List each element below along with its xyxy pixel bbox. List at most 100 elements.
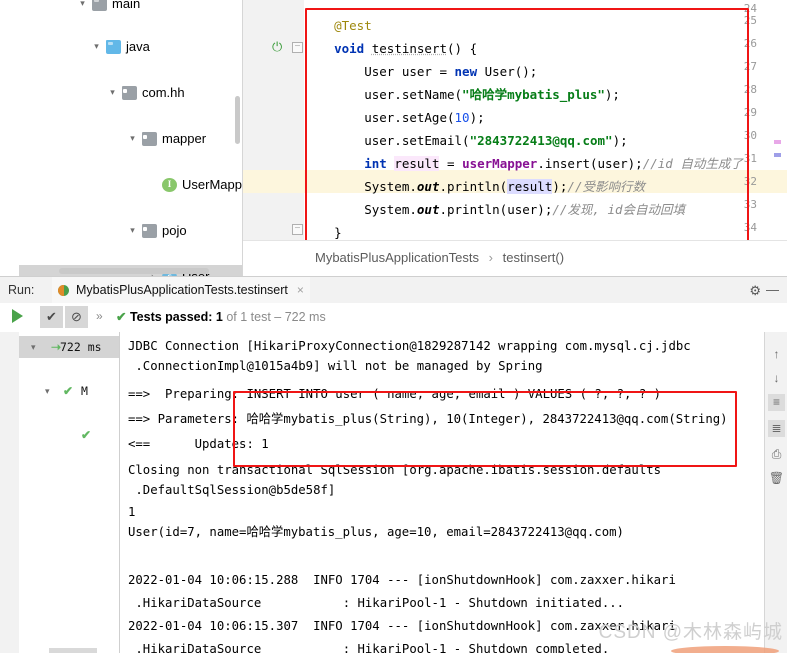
package-icon [122,86,137,100]
editor-marker-icon [774,153,781,157]
breadcrumb-separator: › [488,250,493,265]
console-line: .DefaultSqlSession@b5de58f] [128,483,336,497]
code-line-28[interactable]: user.setName("哈哈学mybatis_plus"); [304,83,787,106]
scroll-to-end-icon[interactable]: ≣ [768,420,785,437]
tree-node-main[interactable]: ▾ main [19,0,242,15]
test-tree-row-class[interactable]: ▾ ✔ M [19,380,119,402]
status-count: 1 [215,310,223,324]
run-test-gutter-icon[interactable]: ⏻ [272,40,285,53]
status-label: Tests passed: [129,310,213,324]
tree-horizontal-scrollbar[interactable] [59,268,209,274]
test-duration-label: 722 ms [60,340,102,354]
run-left-icon-column [0,332,19,658]
scroll-down-icon[interactable]: ↓ [768,370,785,387]
console-output[interactable]: JDBC Connection [HikariProxyConnection@1… [120,332,765,658]
interface-icon: I [162,178,177,192]
breadcrumb[interactable]: MybatisPlusApplicationTests › testinsert… [243,240,787,273]
bottom-strip [0,653,787,658]
tree-label: java [126,39,150,54]
tree-label: pojo [162,223,187,238]
tree-vertical-scrollbar[interactable] [235,96,240,144]
status-of: of 1 test – [222,310,285,324]
folder-icon [92,0,107,11]
rerun-button[interactable] [12,309,23,323]
code-line-25[interactable]: @Test [304,14,787,37]
show-ignored-button[interactable]: ⊘ [65,306,88,328]
test-results-tree[interactable]: ▾ ➝ 722 ms ▾ ✔ M ✔ [19,332,120,658]
gear-icon[interactable]: ⚙ [749,283,761,299]
tree-node-pojo[interactable]: ▾ pojo [19,219,242,242]
code-line-32[interactable]: System.out.println(result);//受影响行数 [304,175,787,198]
scroll-up-icon[interactable]: ↑ [768,346,785,363]
run-toolbar: ✔ ⊘ » ✔ Tests passed: 1 of 1 test – 722 … [0,303,787,333]
code-line-34[interactable]: } [304,221,787,240]
close-icon[interactable]: × [297,277,304,303]
fold-marker-icon[interactable]: ─ [292,42,303,53]
console-line: <== Updates: 1 [128,437,269,451]
check-icon: ✔ [63,384,74,398]
watermark-text: CSDN @木林森屿城 [598,622,783,643]
console-line: 2022-01-04 10:06:15.307 INFO 1704 --- [i… [128,619,676,633]
tree-label: main [112,0,141,11]
console-line: .HikariDataSource : HikariPool-1 - Shutd… [128,596,625,610]
chevron-down-icon[interactable]: ▾ [77,0,88,15]
test-tree-row-method[interactable]: ✔ [19,424,119,446]
print-icon[interactable]: ⎙ [768,446,785,463]
breadcrumb-class[interactable]: MybatisPlusApplicationTests [315,250,479,265]
tree-node-com-hh[interactable]: ▾ com.hh [19,81,242,104]
console-line: ==> Preparing: INSERT INTO user ( name, … [128,387,662,401]
test-tree-row-root[interactable]: ▾ ➝ 722 ms [19,336,119,358]
tree-node-usermapper[interactable]: I UserMapper [19,173,242,196]
code-line-26[interactable]: void testinsert() { [304,37,787,60]
tree-label: UserMapper [182,177,242,192]
code-line-29[interactable]: user.setAge(10); [304,106,787,129]
chevron-down-icon[interactable]: ▾ [107,81,118,104]
run-tab[interactable]: MybatisPlusApplicationTests.testinsert × [52,277,310,305]
test-run-icon [58,285,69,296]
console-line: ==> Parameters: 哈哈学mybatis_plus(String),… [128,412,728,426]
run-tab-label: MybatisPlusApplicationTests.testinsert [76,283,288,297]
package-icon [142,132,157,146]
run-panel-label: Run: [8,283,35,297]
code-line-33[interactable]: System.out.println(user);//发现, id会自动回填 [304,198,787,221]
chevron-down-icon[interactable]: ▾ [45,380,50,402]
chevron-down-icon[interactable]: ▾ [31,336,36,358]
tree-label: com.hh [142,85,185,100]
test-status-text: ✔ Tests passed: 1 of 1 test – 722 ms [116,309,326,324]
check-icon: ✔ [81,428,92,442]
console-line: 1 [128,505,136,519]
soft-wrap-icon[interactable]: ≡ [768,394,785,411]
chevron-down-icon[interactable]: ▾ [127,219,138,242]
folder-blue-icon [106,40,121,54]
code-line-30[interactable]: user.setEmail("2843722413@qq.com"); [304,129,787,152]
test-class-label: M [81,384,88,398]
code-line-31[interactable]: int result = userMapper.insert(user);//i… [304,152,787,175]
console-line: User(id=7, name=哈哈学mybatis_plus, age=10,… [128,525,624,539]
console-line: Closing non transactional SqlSession [or… [128,463,662,477]
chevron-down-icon[interactable]: ▾ [127,127,138,150]
run-panel-header: Run: MybatisPlusApplicationTests.testins… [0,276,787,305]
code-line-27[interactable]: User user = new User(); [304,60,787,83]
code-editor[interactable]: 24 25 26 27 28 29 30 31 32 33 34 ⏻ ─ ─ @… [243,0,787,240]
editor-marker-icon [774,140,781,144]
ide-window: ➤9 ⚙ ■ ☉ ✺ ⇥] ▦ 📌 7: Structure Web 2: Fa… [0,0,787,658]
status-check-icon: ✔ [116,310,127,324]
console-right-toolbar: ↑ ↓ ≡ ≣ ⎙ 🗑 [764,332,787,658]
expand-toolbar-button[interactable]: » [96,309,103,323]
package-icon [142,224,157,238]
project-tree[interactable]: ▾ main ▾ java ▾ com.hh ▾ mapper I UserMa… [19,0,243,276]
trash-icon[interactable]: 🗑 [768,470,785,487]
tree-node-mapper[interactable]: ▾ mapper [19,127,242,150]
tree-label: mapper [162,131,207,146]
breadcrumb-method[interactable]: testinsert() [503,250,564,265]
console-line: .ConnectionImpl@1015a4b9] will not be ma… [128,359,543,373]
console-line: JDBC Connection [HikariProxyConnection@1… [128,339,691,353]
chevron-down-icon[interactable]: ▾ [91,35,102,58]
show-passed-button[interactable]: ✔ [40,306,63,328]
tree-node-java[interactable]: ▾ java [19,35,242,58]
editor-gutter[interactable] [243,0,304,240]
fold-marker-icon[interactable]: ─ [292,224,303,235]
status-duration: 722 ms [284,310,326,324]
console-line: 2022-01-04 10:06:15.288 INFO 1704 --- [i… [128,573,676,587]
minimize-icon[interactable]: — [766,282,779,297]
